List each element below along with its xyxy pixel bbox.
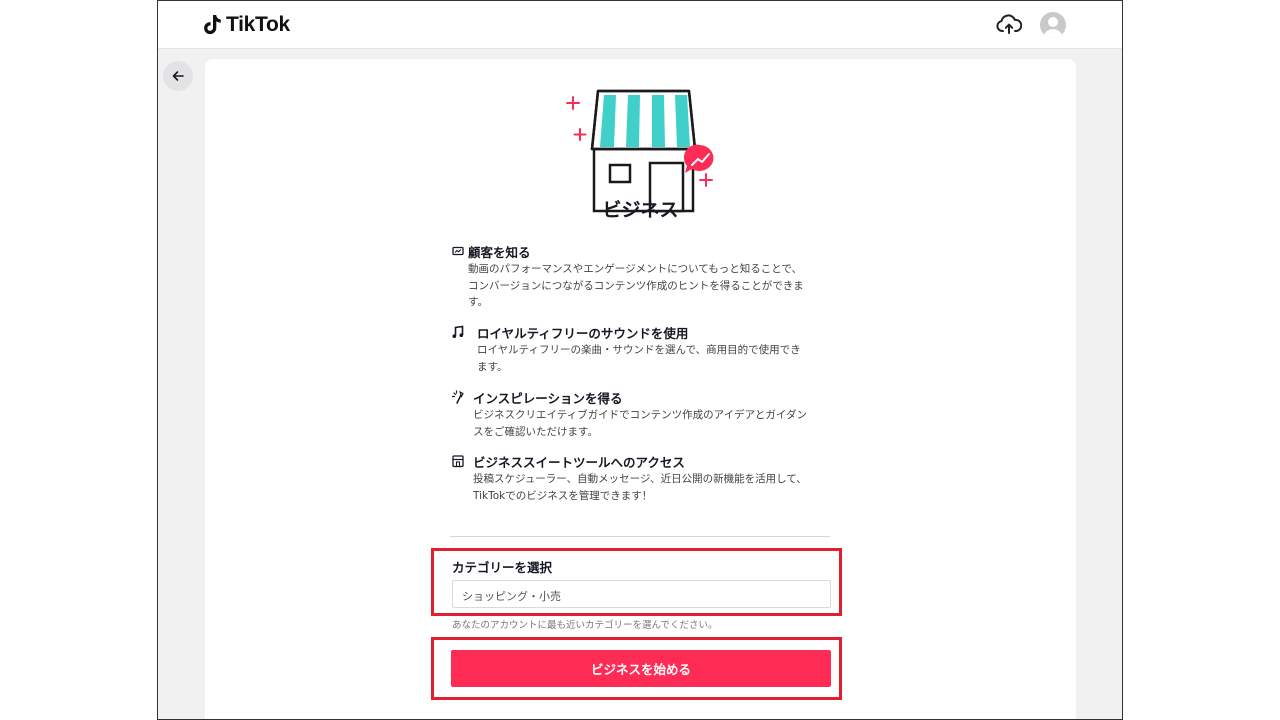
- feature-title: 顧客を知る: [468, 245, 531, 260]
- page-title: ビジネス: [602, 199, 679, 221]
- cloud-upload-icon[interactable]: [996, 13, 1022, 37]
- feature-title: ビジネススイートツールへのアクセス: [473, 455, 685, 470]
- chart-card-icon: [452, 246, 464, 256]
- feature-description: 動画のパフォーマンスやエンゲージメントについてもっと知ることで、 コンバージョン…: [468, 263, 804, 308]
- button-highlight-box: [431, 637, 842, 700]
- music-note-icon: [452, 325, 464, 338]
- back-button[interactable]: [163, 61, 193, 91]
- feature-title: インスピレーションを得る: [473, 391, 623, 406]
- category-help-text: あなたのアカウントに最も近いカテゴリーを選んでください。: [452, 620, 718, 631]
- feature-description: ロイヤルティフリーの楽曲・サウンドを選んで、商用目的で使用でき ます。: [477, 344, 801, 373]
- default-avatar-icon: [1043, 17, 1063, 38]
- tiktok-logo[interactable]: TikTok: [204, 13, 290, 37]
- feature-description: ビジネスクリエイティブガイドでコンテンツ作成のアイデアとガイダン スをご確認いた…: [473, 409, 808, 438]
- arrow-left-icon: [172, 71, 184, 81]
- user-avatar[interactable]: [1040, 12, 1066, 38]
- feature-description: 投稿スケジューラー、自動メッセージ、近日公開の新機能を活用して、 TikTokで…: [473, 473, 807, 502]
- category-highlight-box: [431, 548, 842, 616]
- logo-text: TikTok: [226, 13, 290, 36]
- business-account-card: ビジネス 顧客を知る 動画のパフォーマンスやエンゲージメントについてもっと知るこ…: [205, 59, 1076, 719]
- magic-wand-icon: [451, 390, 464, 404]
- shop-icon: [452, 455, 464, 468]
- tiktok-note-icon: [204, 15, 221, 35]
- section-divider: [450, 536, 830, 537]
- feature-title: ロイヤルティフリーのサウンドを使用: [477, 326, 689, 341]
- top-navigation-bar: TikTok: [158, 1, 1122, 49]
